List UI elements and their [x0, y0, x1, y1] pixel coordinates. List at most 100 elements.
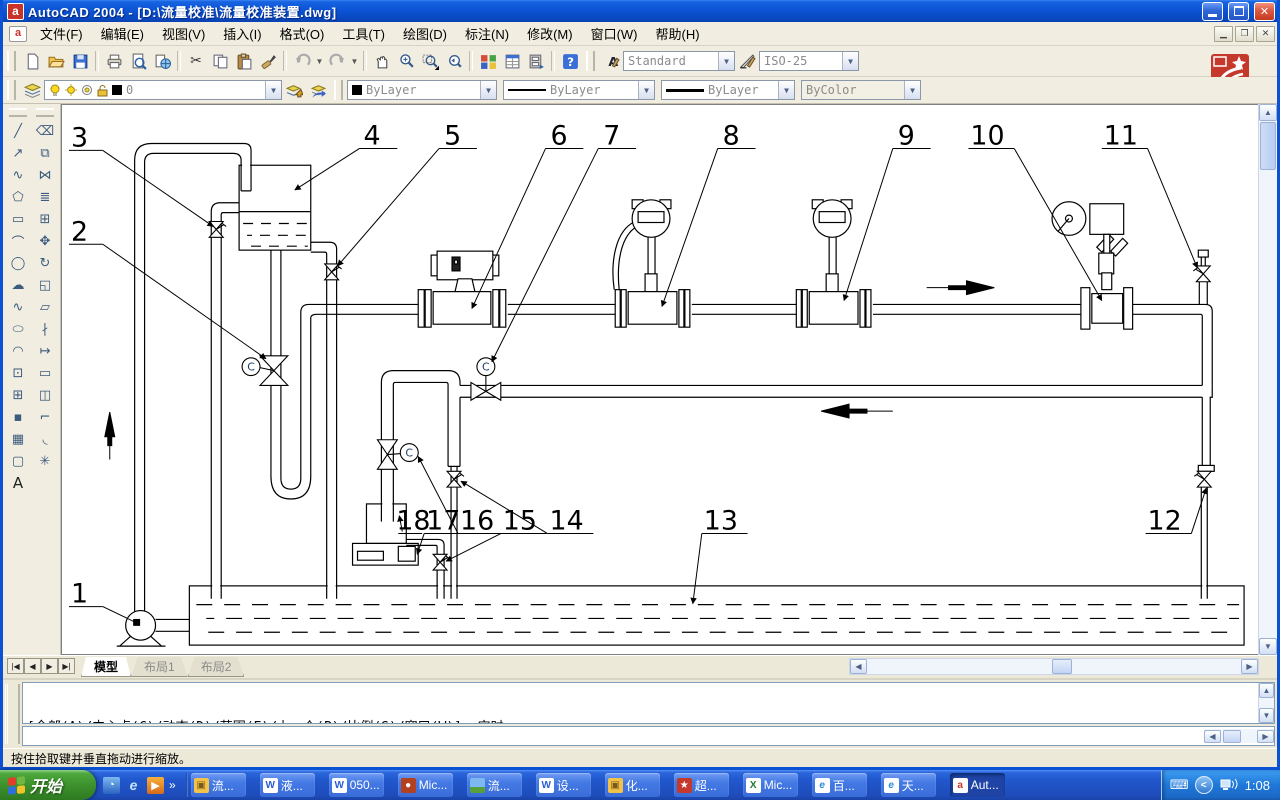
task-button-4[interactable]: ●Mic...: [398, 773, 453, 797]
toolbar-grip[interactable]: [586, 51, 595, 71]
scroll-down-button[interactable]: ▼: [1259, 638, 1277, 655]
break-button[interactable]: ◫: [34, 384, 57, 406]
help-button[interactable]: ?: [558, 49, 582, 73]
zoom-window-button[interactable]: [418, 49, 442, 73]
dim-style-combo[interactable]: ISO-25 ▼: [759, 51, 859, 71]
fillet-button[interactable]: ◟: [34, 428, 57, 450]
tray-clock[interactable]: 1:08: [1245, 778, 1270, 793]
cut-button[interactable]: ✂: [184, 49, 208, 73]
menu-insert[interactable]: 插入(I): [214, 22, 270, 45]
array-button[interactable]: ⊞: [34, 208, 57, 230]
open-button[interactable]: [44, 49, 68, 73]
polygon-button[interactable]: ⬠: [7, 186, 30, 208]
hatch-button[interactable]: ▦: [7, 428, 30, 450]
undo-dropdown[interactable]: ▼: [314, 50, 325, 72]
scroll-thumb[interactable]: [1260, 122, 1276, 170]
tab-first-button[interactable]: |◀: [7, 658, 24, 674]
tab-next-button[interactable]: ▶: [41, 658, 58, 674]
task-button-1[interactable]: ▣流...: [191, 773, 246, 797]
child-restore-button[interactable]: ❐: [1235, 26, 1254, 42]
tab-last-button[interactable]: ▶|: [58, 658, 75, 674]
task-button-11[interactable]: e天...: [881, 773, 936, 797]
mirror-button[interactable]: ⋈: [34, 164, 57, 186]
tray-collapse-icon[interactable]: <: [1195, 776, 1213, 794]
combo-dropdown-icon[interactable]: ▼: [480, 81, 496, 99]
menu-dimension[interactable]: 标注(N): [456, 22, 518, 45]
tab-model[interactable]: 模型: [81, 657, 131, 677]
new-button[interactable]: [20, 49, 44, 73]
menu-help[interactable]: 帮助(H): [647, 22, 709, 45]
lineweight-combo[interactable]: ByLayer ▼: [661, 80, 795, 100]
menu-view[interactable]: 视图(V): [153, 22, 214, 45]
paste-button[interactable]: [232, 49, 256, 73]
make-block-button[interactable]: ⊞: [7, 384, 30, 406]
rotate-button[interactable]: ↻: [34, 252, 57, 274]
layer-combo[interactable]: 0 ▼: [44, 80, 282, 100]
undo-button[interactable]: [290, 49, 314, 73]
revision-cloud-button[interactable]: ☁: [7, 274, 30, 296]
circle-button[interactable]: ◯: [7, 252, 30, 274]
media-player-icon[interactable]: ▶: [147, 777, 164, 794]
menu-edit[interactable]: 编辑(E): [92, 22, 153, 45]
scroll-up-button[interactable]: ▲: [1259, 104, 1277, 121]
region-button[interactable]: ▢: [7, 450, 30, 472]
task-button-9[interactable]: XMic...: [743, 773, 798, 797]
scroll-thumb[interactable]: [1223, 730, 1241, 743]
construction-line-button[interactable]: ↗: [7, 142, 30, 164]
canvas-vertical-scrollbar[interactable]: ▲ ▼: [1258, 104, 1277, 655]
offset-button[interactable]: ≣: [34, 186, 57, 208]
command-input-text[interactable]: [23, 734, 1204, 738]
menu-tools[interactable]: 工具(T): [333, 22, 394, 45]
command-input-line[interactable]: ◀ ▶: [22, 726, 1275, 746]
mtext-button[interactable]: A: [7, 472, 30, 494]
quick-launch-overflow-icon[interactable]: »: [169, 778, 176, 792]
child-close-button[interactable]: ✕: [1256, 26, 1275, 42]
spline-button[interactable]: ∿: [7, 296, 30, 318]
scroll-down-button[interactable]: ▼: [1259, 708, 1274, 723]
menu-format[interactable]: 格式(O): [271, 22, 334, 45]
zoom-realtime-button[interactable]: [394, 49, 418, 73]
text-style-combo[interactable]: Standard ▼: [623, 51, 735, 71]
layer-previous-button[interactable]: [306, 78, 330, 102]
scale-button[interactable]: ◱: [34, 274, 57, 296]
design-center-button[interactable]: [524, 49, 548, 73]
publish-button[interactable]: [150, 49, 174, 73]
tab-layout1[interactable]: 布局1: [131, 657, 188, 677]
rectangle-button[interactable]: ▭: [7, 208, 30, 230]
arc-button[interactable]: ⌒: [7, 230, 30, 252]
color-combo[interactable]: ByLayer ▼: [347, 80, 497, 100]
copy-object-button[interactable]: ⧉: [34, 142, 57, 164]
redo-dropdown[interactable]: ▼: [349, 50, 360, 72]
ellipse-arc-button[interactable]: ◠: [7, 340, 30, 362]
task-button-3[interactable]: W050...: [329, 773, 384, 797]
close-button[interactable]: ✕: [1254, 2, 1275, 21]
internet-explorer-icon[interactable]: e: [125, 777, 142, 794]
canvas-horizontal-scrollbar[interactable]: ◀ ▶: [849, 658, 1259, 675]
toolbar-grip[interactable]: [36, 108, 54, 117]
command-window-grip[interactable]: [5, 684, 20, 744]
task-button-7[interactable]: ▣化...: [605, 773, 660, 797]
scroll-up-button[interactable]: ▲: [1259, 683, 1274, 698]
ellipse-button[interactable]: ⬭: [7, 318, 30, 340]
save-button[interactable]: [68, 49, 92, 73]
toolbar-grip[interactable]: [9, 108, 27, 117]
task-button-5[interactable]: 流...: [467, 773, 522, 797]
dim-style-button[interactable]: [735, 49, 759, 73]
explode-button[interactable]: ✳: [34, 450, 57, 472]
combo-dropdown-icon[interactable]: ▼: [638, 81, 654, 99]
child-minimize-button[interactable]: ▁: [1214, 26, 1233, 42]
toolbar-grip[interactable]: [334, 80, 343, 100]
make-layer-current-button[interactable]: [282, 78, 306, 102]
linetype-combo[interactable]: ByLayer ▼: [503, 80, 655, 100]
drawing-file-icon[interactable]: a: [9, 26, 27, 42]
task-button-10[interactable]: e百...: [812, 773, 867, 797]
toolbar-grip[interactable]: [7, 51, 16, 71]
scroll-left-button[interactable]: ◀: [850, 659, 867, 674]
minimize-button[interactable]: [1202, 2, 1223, 21]
combo-dropdown-icon[interactable]: ▼: [904, 81, 920, 99]
command-scrollbar[interactable]: ▲ ▼: [1258, 683, 1274, 723]
redo-button[interactable]: [325, 49, 349, 73]
restore-button[interactable]: [1228, 2, 1249, 21]
scroll-left-button[interactable]: ◀: [1204, 730, 1221, 743]
task-button-8[interactable]: ★超...: [674, 773, 729, 797]
